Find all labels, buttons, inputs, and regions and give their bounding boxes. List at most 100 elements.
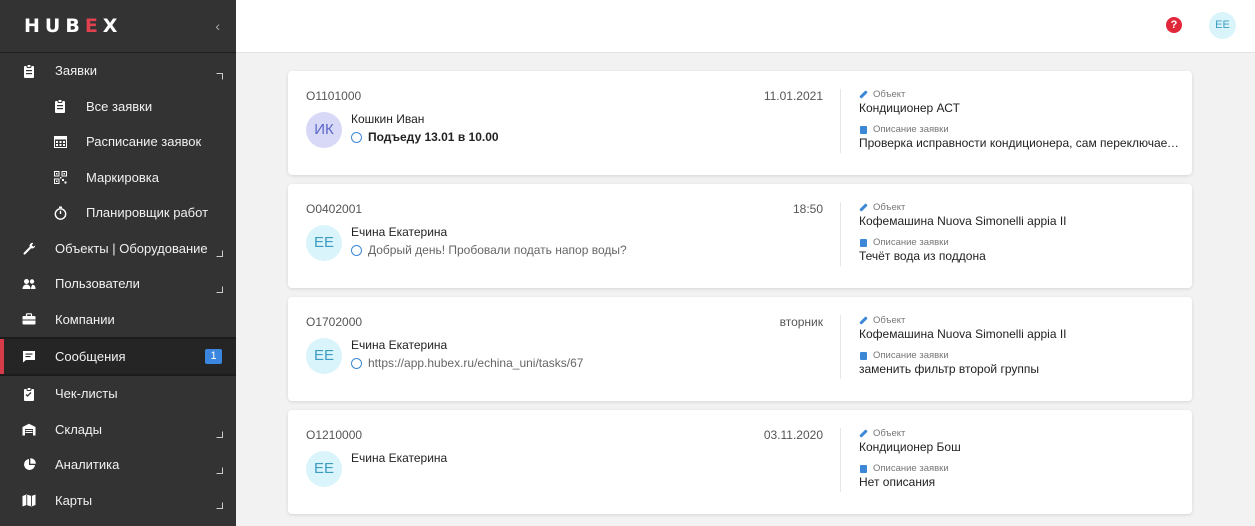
sidebar-item-label: Объекты | Оборудование — [55, 240, 208, 256]
description-label: Описание заявки — [859, 463, 1179, 474]
description-label: Описание заявки — [859, 237, 1179, 248]
last-message: Добрый день! Пробовали подать напор воды… — [351, 243, 627, 257]
sidebar-item-label: Чек-листы — [55, 386, 118, 402]
sender-name: Ечина Екатерина — [351, 225, 448, 239]
chevron-down-icon[interactable] — [216, 281, 223, 293]
sidebar-item-1[interactable]: Все заявки — [0, 89, 236, 125]
sidebar-item-11[interactable]: Аналитика — [0, 447, 236, 483]
chat-bubble-icon — [351, 244, 362, 256]
chat-bubble-icon — [351, 357, 362, 369]
object-value: Кофемашина Nuova Simonelli appia II — [859, 327, 1067, 341]
briefcase-icon — [22, 312, 36, 326]
message-summary: О0402001 18:50 ЕЕ Ечина Екатерина Добрый ден… — [306, 202, 823, 261]
divider — [840, 315, 841, 379]
sidebar-item-label: Пользователи — [55, 276, 140, 292]
sidebar-item-7[interactable]: Компании — [0, 302, 236, 338]
message-icon — [22, 350, 36, 364]
wrench-icon — [859, 90, 868, 99]
task-details: Объект Кофемашина Nuova Simonelli appia I… — [859, 315, 1179, 376]
message-card[interactable]: О1101000 11.01.2021 ИК Кошкин Иван Подъеду 1… — [288, 71, 1192, 175]
description-value: Проверка исправности кондиционера, сам п… — [859, 136, 1179, 150]
divider — [840, 428, 841, 492]
message-date: вторник — [779, 315, 823, 329]
sidebar-item-2[interactable]: Расписание заявок — [0, 124, 236, 160]
avatar: ЕЕ — [306, 225, 342, 261]
divider — [840, 202, 841, 266]
wrench-icon — [859, 429, 868, 438]
object-label: Объект — [859, 315, 1179, 326]
chevron-down-icon[interactable] — [216, 426, 223, 439]
user-avatar[interactable]: ЕЕ — [1209, 12, 1236, 39]
divider — [840, 89, 841, 153]
wrench-icon — [859, 203, 868, 212]
clipboard-icon — [860, 351, 867, 360]
description-label: Описание заявки — [859, 124, 1179, 135]
message-summary: О1101000 11.01.2021 ИК Кошкин Иван Подъеду 1… — [306, 89, 823, 148]
clipboard-icon — [22, 63, 36, 78]
task-details: Объект Кондиционер Бош Описание заявки Нет … — [859, 428, 1179, 489]
message-date: 11.01.2021 — [763, 89, 823, 103]
sidebar-item-8[interactable]: Сообщения 1 — [0, 337, 236, 376]
task-number: О0402001 — [306, 202, 363, 216]
task-number: О1702000 — [306, 315, 363, 329]
sidebar-item-label: Сообщения — [55, 349, 126, 364]
sidebar-item-5[interactable]: Объекты | Оборудование — [0, 231, 236, 267]
task-details: Объект Кофемашина Nuova Simonelli appia I… — [859, 202, 1179, 263]
sidebar-item-0[interactable]: Заявки — [0, 53, 236, 89]
message-card[interactable]: О0402001 18:50 ЕЕ Ечина Екатерина Добрый ден… — [288, 184, 1192, 288]
last-message-text: https://app.hubex.ru/echina_uni/tasks/67 — [368, 356, 584, 370]
description-value: Нет описания — [859, 475, 936, 489]
sidebar-item-9[interactable]: Чек-листы — [0, 376, 236, 412]
message-summary: О1702000 вторник ЕЕ Ечина Екатерина https://… — [306, 315, 823, 374]
wrench-icon — [22, 241, 36, 255]
message-summary: О1210000 03.11.2020 ЕЕ Ечина Екатерина — [306, 428, 823, 487]
clipboard-icon — [860, 238, 867, 247]
help-icon[interactable]: ? — [1166, 17, 1182, 33]
chevron-down-icon[interactable] — [216, 497, 223, 510]
calendar-icon — [53, 135, 67, 149]
avatar: ИК — [306, 112, 342, 148]
object-label: Объект — [859, 89, 1179, 100]
chevron-up-icon[interactable] — [216, 68, 223, 80]
sidebar-item-label: Карты — [55, 492, 93, 508]
sender-name: Ечина Екатерина — [351, 338, 448, 352]
pie-chart-icon — [22, 458, 36, 472]
sidebar-item-4[interactable]: Планировщик работ — [0, 195, 236, 231]
object-label: Объект — [859, 428, 1179, 439]
avatar: ЕЕ — [306, 338, 342, 374]
unread-count-badge: 1 — [205, 349, 222, 364]
sidebar-item-10[interactable]: Склады — [0, 412, 236, 448]
description-value: заменить фильтр второй группы — [859, 362, 1039, 376]
clipboard-icon — [860, 125, 867, 134]
messages-list: О1101000 11.01.2021 ИК Кошкин Иван Подъеду 1… — [236, 54, 1255, 526]
sidebar-item-6[interactable]: Пользователи — [0, 266, 236, 302]
object-label: Объект — [859, 202, 1179, 213]
avatar: ЕЕ — [306, 451, 342, 487]
clipboard-icon — [860, 464, 867, 473]
last-message-text: Подъеду 13.01 в 10.00 — [368, 130, 499, 144]
wrench-icon — [859, 316, 868, 325]
sidebar-item-12[interactable]: Карты — [0, 483, 236, 519]
sidebar-item-label: Расписание заявок — [86, 134, 202, 150]
message-card[interactable]: О1210000 03.11.2020 ЕЕ Ечина Екатерина Объек… — [288, 410, 1192, 514]
task-number: О1101000 — [306, 89, 362, 103]
last-message-text: Добрый день! Пробовали подать напор воды… — [368, 243, 627, 257]
message-date: 18:50 — [792, 202, 823, 216]
sidebar-item-3[interactable]: Маркировка — [0, 160, 236, 196]
chevron-down-icon[interactable] — [216, 245, 223, 258]
checklist-icon — [22, 386, 36, 401]
sidebar-item-label: Все заявки — [86, 98, 153, 114]
map-icon — [22, 493, 36, 507]
description-label: Описание заявки — [859, 350, 1179, 361]
top-bar: ? ЕЕ — [236, 0, 1255, 53]
object-value: Кофемашина Nuova Simonelli appia II — [859, 214, 1067, 228]
chevron-down-icon[interactable] — [216, 462, 223, 474]
message-date: 03.11.2020 — [763, 428, 823, 442]
sidebar-item-label: Склады — [55, 421, 102, 437]
hubex-logo[interactable]: HUBEX — [24, 15, 122, 37]
last-message: https://app.hubex.ru/echina_uni/tasks/67 — [351, 356, 583, 370]
message-card[interactable]: О1702000 вторник ЕЕ Ечина Екатерина https://… — [288, 297, 1192, 401]
task-details: Объект Кондиционер АСТ Описание заявки Пров… — [859, 89, 1179, 150]
sidebar: HUBEX ‹ Заявки Все заявки Расписание заяво… — [0, 0, 236, 526]
collapse-sidebar-button[interactable]: ‹ — [215, 18, 220, 34]
